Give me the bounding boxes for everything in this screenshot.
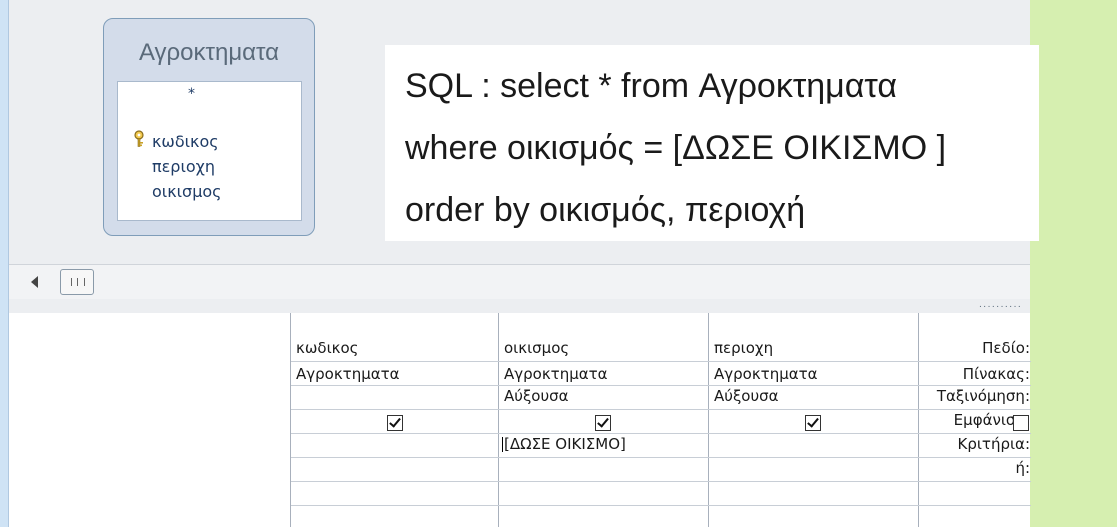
table-pane: Αγροκτηματα * κωδικος περιοχη οικισμος S…: [9, 0, 1039, 264]
row-divider: [291, 505, 1031, 506]
table-title: Αγροκτηματα: [138, 39, 280, 66]
show-checkbox[interactable]: [1013, 415, 1029, 431]
grid-cell-sort[interactable]: Αύξουσα: [714, 387, 779, 405]
design-grid-pane: Πεδίο: Πίνακας: Ταξινόμηση: Εμφάνιση: Κρ…: [9, 313, 1031, 527]
key-icon: [134, 130, 144, 147]
field-item-perioxi[interactable]: περιοχη: [152, 157, 215, 176]
query-designer-window: Αγροκτηματα * κωδικος περιοχη οικισμος S…: [0, 0, 1039, 527]
splitter-grip-icon: ··········: [978, 301, 1022, 312]
field-item-star[interactable]: *: [188, 86, 195, 102]
sql-line-3: order by οικισμός, περιοχή: [405, 191, 806, 229]
window-left-edge: [0, 0, 9, 527]
grid-cell-field[interactable]: περιοχη: [714, 339, 773, 357]
column-divider: [918, 313, 919, 527]
row-divider: [291, 409, 1031, 410]
table-field-list[interactable]: Αγροκτηματα * κωδικος περιοχη οικισμος: [103, 18, 315, 236]
row-divider: [291, 385, 1031, 386]
show-checkbox[interactable]: [387, 415, 403, 431]
grid-cell-criteria[interactable]: [ΔΩΣΕ ΟΙΚΙΣΜΟ]: [502, 435, 626, 453]
field-item-kodikos[interactable]: κωδικος: [152, 132, 219, 151]
criteria-text: [ΔΩΣΕ ΟΙΚΙΣΜΟ]: [504, 435, 626, 453]
design-grid: κωδικος Αγροκτηματα οικισμος Αγροκτηματα…: [290, 313, 1031, 527]
field-list-box: * κωδικος περιοχη οικισμος: [117, 81, 302, 221]
scroll-thumb[interactable]: [60, 269, 94, 295]
row-divider: [291, 433, 1031, 434]
grid-cell-table[interactable]: Αγροκτηματα: [296, 365, 400, 383]
pane-splitter[interactable]: ··········: [9, 299, 1030, 313]
grid-cell-field[interactable]: οικισμος: [504, 339, 569, 357]
row-divider: [291, 481, 1031, 482]
scroll-thumb-grip-icon: [71, 278, 85, 286]
row-divider: [291, 457, 1031, 458]
show-checkbox[interactable]: [595, 415, 611, 431]
scroll-left-arrow-icon[interactable]: [31, 276, 38, 288]
field-item-oikismos[interactable]: οικισμος: [152, 182, 222, 201]
column-divider: [498, 313, 499, 527]
horizontal-scrollbar[interactable]: [9, 264, 1030, 300]
sql-line-1: SQL : select * from Αγροκτηματα: [405, 67, 898, 105]
grid-cell-sort[interactable]: Αύξουσα: [504, 387, 569, 405]
grid-cell-table[interactable]: Αγροκτηματα: [714, 365, 818, 383]
text-cursor: [502, 437, 503, 452]
sql-line-2: where οικισμός = [ΔΩΣΕ ΟΙΚΙΣΜΟ ]: [405, 129, 947, 167]
row-divider: [291, 361, 1031, 362]
grid-cell-field[interactable]: κωδικος: [296, 339, 358, 357]
grid-cell-table[interactable]: Αγροκτηματα: [504, 365, 608, 383]
show-checkbox[interactable]: [805, 415, 821, 431]
column-divider: [708, 313, 709, 527]
sql-annotation: SQL : select * from Αγροκτηματα where οι…: [385, 45, 1039, 241]
